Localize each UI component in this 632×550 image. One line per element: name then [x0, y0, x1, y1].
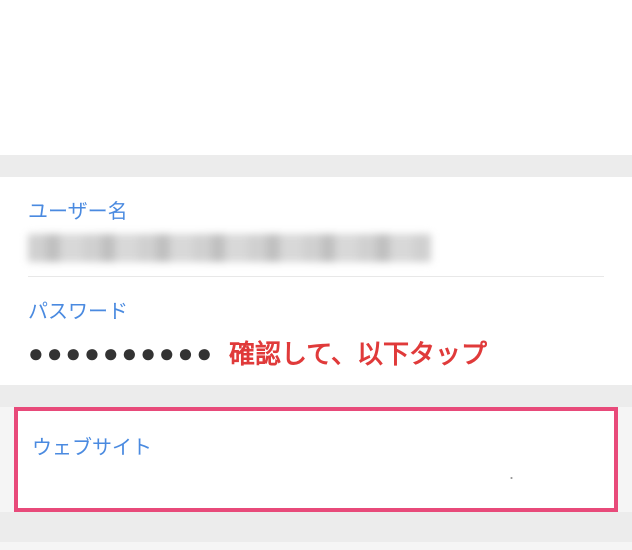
username-value-obscured — [28, 234, 431, 262]
credentials-section: ユーザー名 パスワード ●●●●●●●●●● 確認して、以下タップ — [0, 177, 632, 385]
section-divider — [0, 155, 632, 177]
annotation-text: 確認して、以下タップ — [229, 334, 487, 371]
password-field[interactable]: パスワード ●●●●●●●●●● 確認して、以下タップ — [28, 277, 604, 385]
website-label: ウェブサイト — [32, 437, 152, 459]
header-spacer — [0, 0, 632, 155]
bottom-spacer — [0, 512, 632, 542]
section-divider — [0, 385, 632, 407]
decorative-dot: . — [509, 463, 514, 484]
password-label: パスワード — [28, 295, 604, 324]
username-field[interactable]: ユーザー名 — [28, 177, 604, 277]
website-field[interactable]: ウェブサイト . — [14, 407, 618, 512]
password-value-masked: ●●●●●●●●●● — [28, 340, 215, 366]
username-label: ユーザー名 — [28, 195, 604, 224]
